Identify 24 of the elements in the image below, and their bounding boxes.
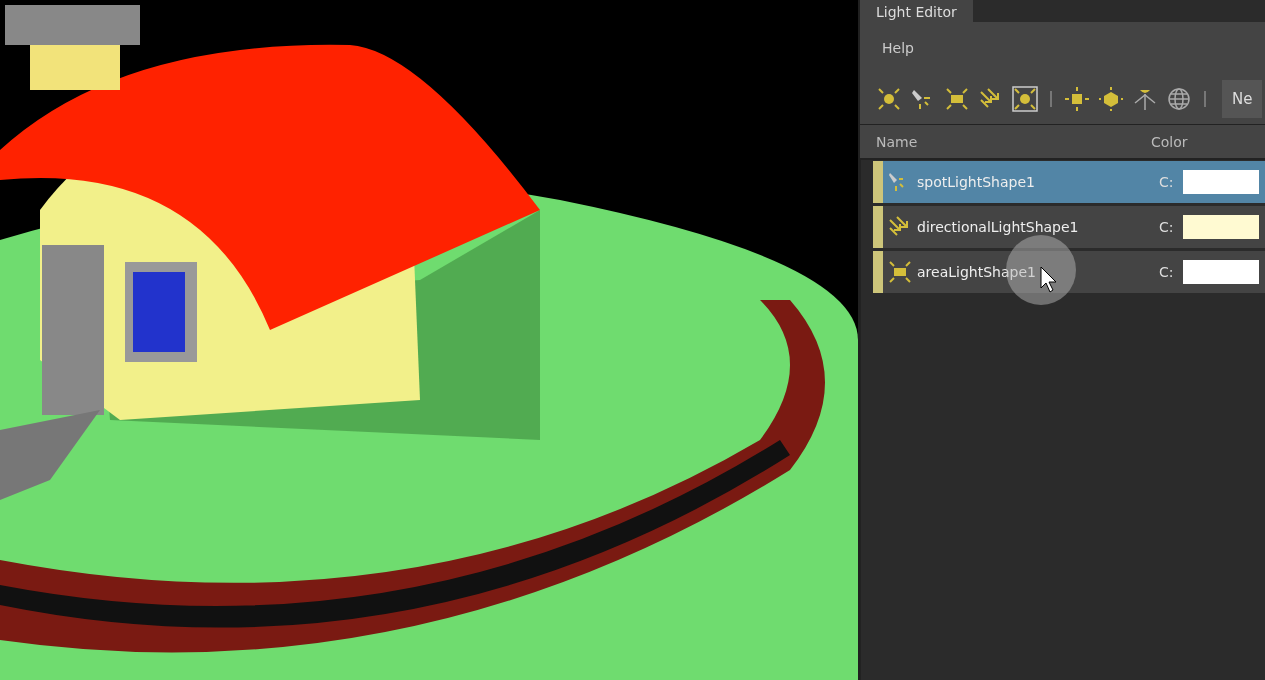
menu-item[interactable]: Help	[882, 40, 914, 56]
color-label: C:	[1159, 174, 1175, 190]
column-header: Name	[876, 133, 919, 150]
light-row[interactable]: directionalLightShape1 C:	[873, 206, 1265, 248]
light-name: directionalLightShape1	[917, 219, 1080, 235]
column-header: Color	[1151, 133, 1188, 150]
color-swatch[interactable]	[1183, 170, 1259, 194]
color-swatch[interactable]	[1183, 260, 1259, 284]
globe-icon[interactable]	[1166, 86, 1192, 112]
color-label: C:	[1159, 219, 1175, 235]
volume-light-icon[interactable]	[1012, 86, 1038, 112]
light-name: spotLightShape1	[917, 174, 1036, 190]
area-light-icon[interactable]	[944, 86, 970, 112]
cursor-icon	[1040, 266, 1058, 294]
color-swatch[interactable]	[1183, 215, 1259, 239]
light-row[interactable]: areaLightShape1 C:	[873, 251, 1265, 293]
cube-light-icon[interactable]	[1098, 86, 1124, 112]
ambient-light-icon[interactable]	[1064, 86, 1090, 112]
area-light-icon	[887, 259, 913, 285]
new-button[interactable]: Ne	[1222, 80, 1263, 118]
light-name: areaLightShape1	[917, 264, 1037, 280]
color-label: C:	[1159, 264, 1175, 280]
light-editor-tab[interactable]: Light Editor	[860, 0, 973, 22]
point-light-icon[interactable]	[876, 86, 902, 112]
